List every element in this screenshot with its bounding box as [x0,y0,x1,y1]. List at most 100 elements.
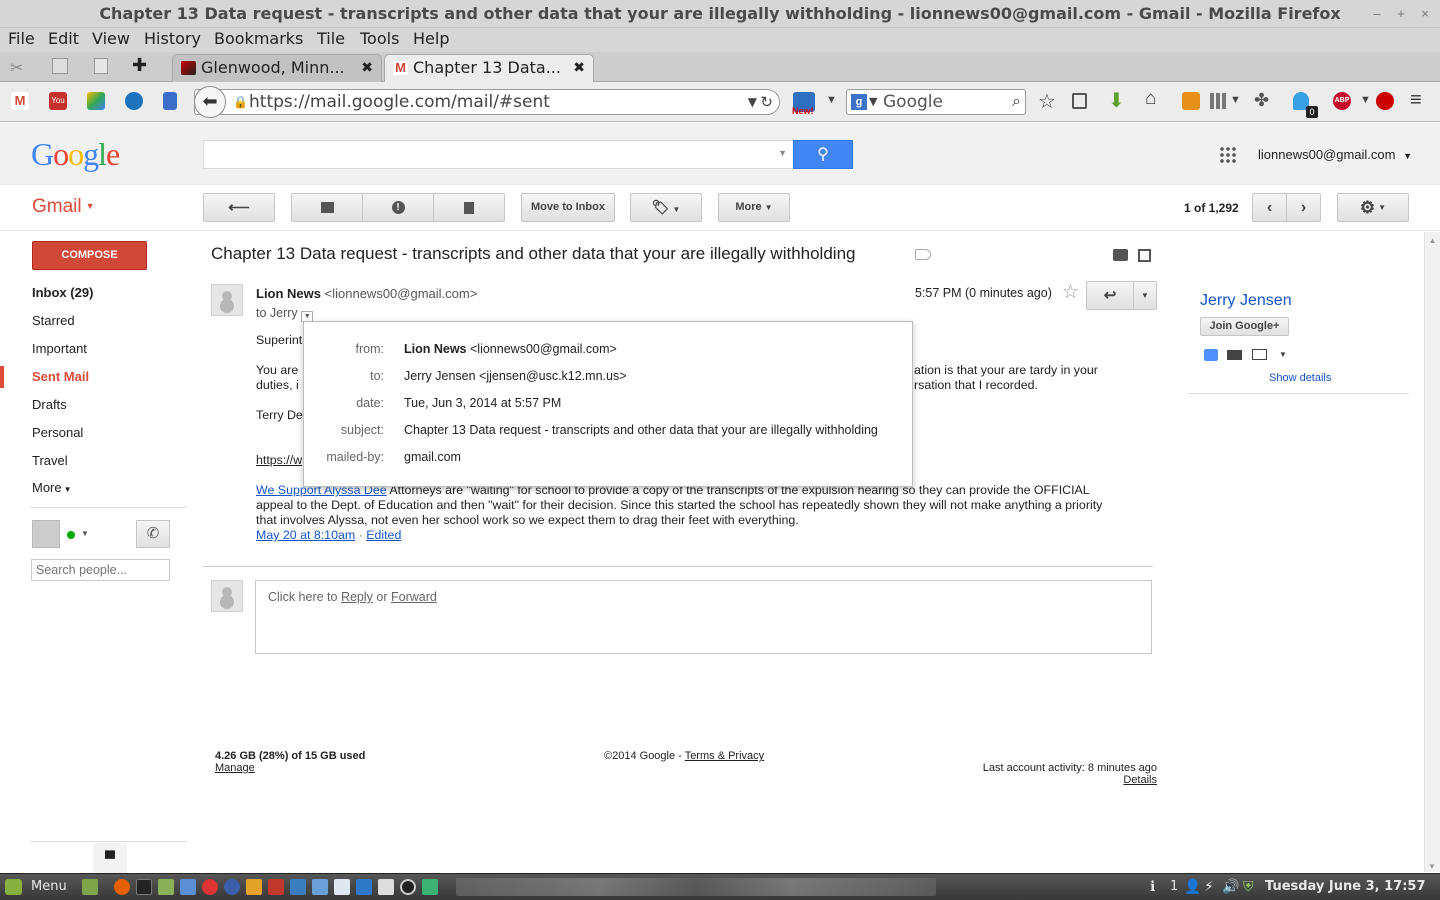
settings-button[interactable]: ⚙ ▼ [1337,193,1409,222]
minimize-button[interactable]: – [1368,6,1386,22]
search-engine-box[interactable]: g ▼ Google ⌕ [846,89,1026,115]
menu-tools[interactable]: Tools [360,28,399,50]
app-launcher-icon[interactable] [268,879,284,895]
grid-icon[interactable] [1210,93,1226,109]
gmail-label[interactable]: Gmail ▼ [32,196,95,218]
nav-inbox[interactable]: Inbox (29) [32,285,93,301]
bookmark-icon[interactable] [163,92,177,110]
delete-button[interactable] [433,193,505,222]
terms-link[interactable]: Terms & Privacy [685,750,764,762]
new-tab-icon[interactable]: ✚ [132,55,147,76]
show-details-link[interactable]: Show details [1269,372,1331,384]
mint-menu-icon[interactable] [5,879,22,895]
dropdown-icon[interactable]: ▼ [748,90,757,114]
email-icon[interactable] [1252,349,1267,360]
report-spam-button[interactable]: ! [362,193,434,222]
newer-button[interactable]: ‹ [1252,193,1287,222]
user-icon[interactable]: 👤 [1184,874,1201,900]
older-button[interactable]: › [1286,193,1321,222]
paste-icon[interactable] [94,58,108,74]
menu-bookmarks[interactable]: Bookmarks [214,28,303,50]
sender-name[interactable]: Lion News [256,286,321,301]
copy-icon[interactable] [52,58,68,74]
quote-date-link[interactable]: May 20 at 8:10am [256,528,355,542]
chat-icon[interactable] [1204,349,1218,361]
scroll-down-icon[interactable]: ▼ [1428,862,1436,871]
addon-icon[interactable] [1182,92,1200,110]
nav-more[interactable]: More ▼ [32,480,72,498]
menu-history[interactable]: History [144,28,201,50]
app-launcher-icon[interactable] [224,879,240,895]
app-launcher-icon[interactable] [400,879,416,895]
google-logo[interactable]: Google [31,136,120,172]
dropdown-icon[interactable]: ▼ [81,529,89,538]
hangouts-avatar-icon[interactable] [32,520,60,548]
url-text[interactable]: https://mail.google.com/mail/#sent [249,92,550,112]
account-menu[interactable]: lionnews00@gmail.com ▼ [1258,147,1412,162]
app-launcher-icon[interactable] [334,879,350,895]
details-link[interactable]: Details [900,774,1157,786]
menu-edit[interactable]: Edit [48,28,79,50]
label-tag-icon[interactable] [915,249,931,260]
new-window-icon[interactable] [1138,249,1151,262]
app-launcher-icon[interactable] [312,879,328,895]
phone-call-icon[interactable]: ✆ [136,520,170,548]
reply-box[interactable]: Click here to Reply or Forward [255,580,1152,654]
nav-drafts[interactable]: Drafts [32,397,67,413]
mail-search-button[interactable]: ⚲ [793,140,853,169]
cut-icon[interactable]: ✂ [10,58,23,78]
adblock-plus-icon[interactable]: ABP [1333,92,1351,110]
labels-button[interactable]: 🏷 ▼ [630,193,702,222]
contact-name[interactable]: Jerry Jensen [1200,292,1292,310]
google-engine-icon[interactable]: g [851,94,867,110]
dropdown-icon[interactable]: ▼ [1230,94,1241,106]
scroll-up-icon[interactable]: ▲ [1425,236,1440,245]
app-launcher-icon[interactable] [246,879,262,895]
online-status-icon[interactable] [67,531,75,539]
start-menu[interactable]: Menu [31,874,67,900]
addon-icon[interactable] [1376,92,1394,110]
compose-button[interactable]: COMPOSE [32,241,147,270]
youtube-bookmark-icon[interactable]: You [49,92,67,110]
dropdown-icon[interactable]: ▼ [826,94,837,106]
edited-link[interactable]: Edited [366,528,401,542]
nav-starred[interactable]: Starred [32,313,75,329]
show-desktop-icon[interactable] [82,879,98,895]
close-tab-icon[interactable]: ✖ [361,55,373,81]
forward-link[interactable]: Forward [391,590,437,604]
nav-important[interactable]: Important [32,341,87,357]
gmail-bookmark-icon[interactable]: M [11,92,29,110]
tab-glenwood[interactable]: Glenwood, Minn... ✖ [172,54,382,82]
update-manager-icon[interactable]: ℹ [1150,874,1155,900]
reload-icon[interactable]: ↻ [760,90,773,114]
apps-grid-icon[interactable] [1219,146,1237,164]
search-people-input[interactable] [31,559,170,581]
tab-gmail[interactable]: M Chapter 13 Data... ✖ [384,54,594,82]
app-launcher-icon[interactable] [180,879,196,895]
picasa-bookmark-icon[interactable] [87,92,105,110]
volume-icon[interactable]: 🔊 [1222,874,1239,900]
dropdown-icon[interactable]: ▼ [869,90,877,114]
search-icon[interactable]: ⌕ [1012,89,1021,113]
star-icon[interactable]: ☆ [1062,281,1079,304]
dropdown-icon[interactable]: ▼ [1360,94,1371,106]
more-actions-button[interactable]: ▼ [1133,281,1157,310]
manage-link[interactable]: Manage [215,762,365,774]
download-icon[interactable]: ⬇ [1108,88,1125,113]
url-bar[interactable]: 🔒 https://mail.google.com/mail/#sent ▼ ↻ [194,89,780,115]
menu-help[interactable]: Help [413,28,449,50]
firefox-launcher-icon[interactable] [114,879,130,895]
reply-button[interactable]: ↩ [1086,281,1134,310]
video-icon[interactable] [1227,350,1242,360]
menu-file[interactable]: File [8,28,35,50]
nav-travel[interactable]: Travel [32,453,68,469]
bookmarks-list-icon[interactable] [1072,93,1087,109]
network-icon[interactable]: ⚡ [1204,874,1214,900]
close-tab-icon[interactable]: ✖ [573,55,585,81]
menu-hamburger-icon[interactable]: ≡ [1410,89,1422,112]
shield-icon[interactable]: ⛨ [1243,874,1254,900]
app-launcher-icon[interactable] [356,879,372,895]
nav-sent-mail[interactable]: Sent Mail [32,369,89,385]
app-launcher-icon[interactable] [422,879,438,895]
maximize-button[interactable]: + [1392,6,1410,22]
